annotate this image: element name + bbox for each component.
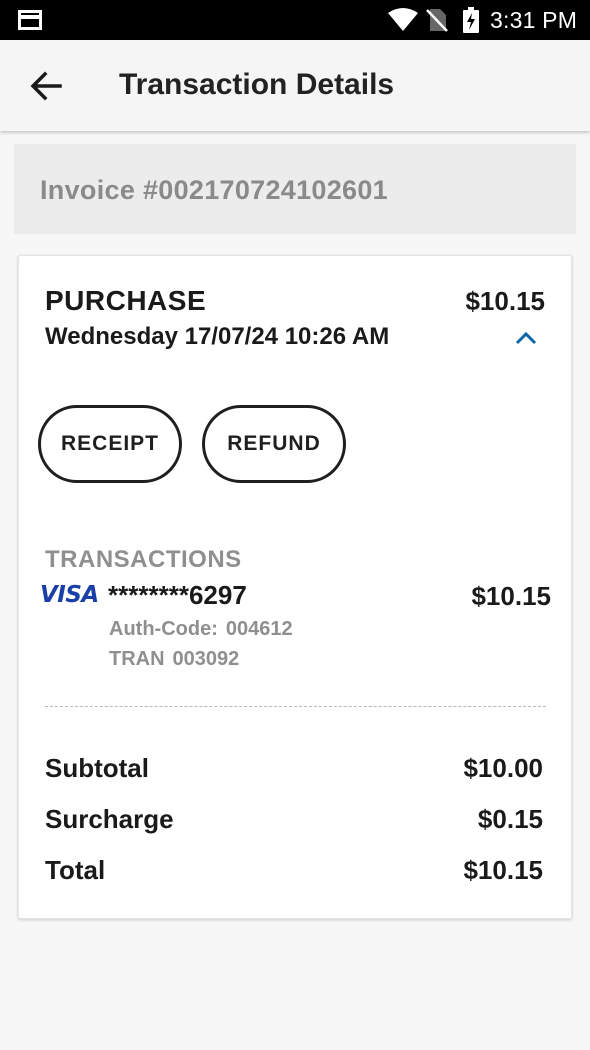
- status-time: 3:31 PM: [490, 7, 578, 33]
- total-row: Total $10.15: [45, 855, 543, 886]
- total-label: Total: [45, 855, 106, 885]
- transaction-amount: $10.15: [465, 286, 545, 316]
- card-number: ********6297: [108, 580, 247, 610]
- app-bar: Transaction Details: [0, 40, 590, 131]
- subtotal-label: Subtotal: [45, 753, 149, 783]
- transactions-heading: TRANSACTIONS: [45, 546, 242, 573]
- tran-number: TRAN 003092: [109, 648, 239, 671]
- invoice-number: Invoice #002170724102601: [40, 175, 388, 205]
- transaction-type: PURCHASE: [45, 285, 207, 316]
- transaction-datetime: Wednesday 17/07/24 10:26 AM: [45, 323, 390, 350]
- visa-logo: VISA: [40, 582, 99, 608]
- surcharge-value: $0.15: [477, 804, 543, 834]
- refund-button[interactable]: REFUND: [202, 405, 346, 483]
- subtotal-value: $10.00: [463, 753, 543, 783]
- arrow-left-icon[interactable]: [26, 66, 66, 106]
- auth-code-value: 004612: [225, 618, 293, 640]
- status-bar: 3:31 PM: [0, 0, 590, 40]
- wifi-icon: [388, 8, 418, 31]
- line-item-amount: $10.15: [471, 581, 551, 611]
- chevron-up-icon[interactable]: [515, 330, 537, 346]
- invoice-panel: Invoice #002170724102601: [14, 144, 576, 234]
- tran-value: 003092: [172, 648, 240, 670]
- surcharge-row: Surcharge $0.15: [45, 804, 543, 835]
- surcharge-label: Surcharge: [45, 804, 174, 834]
- dashed-divider: [45, 706, 546, 707]
- page-title: Transaction Details: [119, 68, 395, 101]
- transaction-card: PURCHASE $10.15 Wednesday 17/07/24 10:26…: [18, 255, 572, 919]
- auth-code: Auth-Code: 004612: [109, 618, 293, 641]
- total-value: $10.15: [463, 855, 543, 885]
- tran-label: TRAN: [109, 648, 165, 670]
- battery-charging-icon: [463, 7, 479, 33]
- no-sim-icon: [426, 9, 448, 32]
- subtotal-row: Subtotal $10.00: [45, 753, 543, 784]
- card-icon: [18, 10, 42, 30]
- auth-code-label: Auth-Code:: [109, 618, 218, 640]
- receipt-button[interactable]: RECEIPT: [38, 405, 182, 483]
